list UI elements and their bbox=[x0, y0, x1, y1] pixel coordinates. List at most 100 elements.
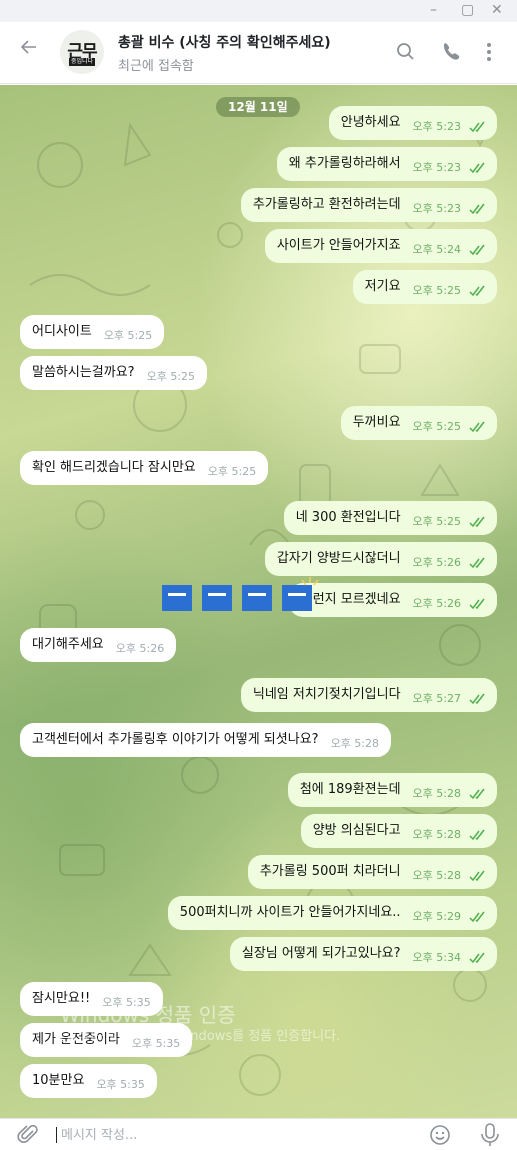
outgoing-message[interactable]: 추가롤링 500퍼 치라더니 오후 5:28 bbox=[247, 855, 497, 889]
message-text: 확인 해드리겠습니다 잠시만요 bbox=[32, 460, 196, 475]
message-time: 오후 5:29 bbox=[412, 910, 461, 923]
message-time: 오후 5:26 bbox=[115, 642, 165, 655]
incoming-message[interactable]: 말씀하시는걸까요? 오후 5:25 bbox=[20, 356, 208, 390]
read-check-icon bbox=[469, 870, 485, 882]
read-check-icon bbox=[469, 557, 485, 569]
message-text: 추가롤링 500퍼 치라더니 bbox=[259, 864, 401, 879]
read-check-icon bbox=[469, 121, 485, 133]
chat-title[interactable]: 총괄 비수 (사칭 주의 확인해주세요) bbox=[118, 32, 331, 52]
read-check-icon bbox=[469, 516, 485, 528]
message-text: 고객센터에서 추가롤링후 이야기가 어떻게 되셧나요? bbox=[32, 732, 319, 747]
windows-activation-notice: Windows 정품 인증 [설정]으로 이동하여 Windows를 정품 인증… bbox=[60, 1003, 340, 1045]
message-text: 두꺼비요 bbox=[352, 415, 401, 430]
close-button[interactable]: ✕ bbox=[491, 1, 503, 19]
message-time: 오후 5:25 bbox=[412, 420, 461, 433]
incoming-message[interactable]: 대기해주세요 오후 5:26 bbox=[20, 628, 177, 662]
message-time: 오후 5:28 bbox=[412, 869, 461, 882]
arrow-left-icon[interactable] bbox=[20, 38, 38, 62]
phone-icon[interactable] bbox=[436, 38, 464, 66]
message-text: 500퍼치니까 사이트가 안들어가지네요.. bbox=[179, 905, 401, 920]
search-icon[interactable] bbox=[392, 38, 420, 66]
message-text: 갑자기 양방드시잖더니 bbox=[276, 551, 401, 566]
message-time: 오후 5:26 bbox=[412, 556, 461, 569]
message-time: 오후 5:25 bbox=[412, 284, 461, 297]
message-time: 오후 5:28 bbox=[330, 737, 380, 750]
outgoing-message[interactable]: 네 300 환전입니다 오후 5:25 bbox=[283, 501, 497, 535]
message-time: 오후 5:28 bbox=[412, 828, 461, 841]
incoming-message[interactable]: 고객센터에서 추가롤링후 이야기가 어떻게 되셧나요? 오후 5:28 bbox=[20, 723, 392, 757]
read-check-icon bbox=[469, 598, 485, 610]
incoming-message[interactable]: 10분만요 오후 5:35 bbox=[20, 1064, 157, 1098]
message-text: 왜 추가롤링하라해서 bbox=[288, 156, 401, 171]
message-time: 오후 5:24 bbox=[412, 243, 461, 256]
smile-icon[interactable] bbox=[428, 1123, 452, 1147]
message-composer bbox=[0, 1118, 517, 1150]
avatar[interactable]: 근무 중입니다 bbox=[60, 30, 104, 74]
message-time: 오후 5:25 bbox=[146, 370, 196, 383]
outgoing-message[interactable]: 사이트가 안들어가지죠 오후 5:24 bbox=[264, 229, 497, 263]
message-time: 오후 5:27 bbox=[412, 692, 461, 705]
read-check-icon bbox=[469, 952, 485, 964]
watermark-logo bbox=[160, 575, 320, 619]
message-input[interactable] bbox=[56, 1127, 406, 1143]
avatar-subtext: 중입니다 bbox=[69, 58, 95, 66]
outgoing-message[interactable]: 500퍼치니까 사이트가 안들어가지네요.. 오후 5:29 bbox=[167, 896, 497, 930]
message-text: 대기해주세요 bbox=[32, 637, 104, 652]
more-vertical-icon[interactable] bbox=[475, 38, 503, 66]
message-text: 안녕하세요 bbox=[340, 115, 401, 130]
microphone-icon[interactable] bbox=[478, 1122, 502, 1148]
message-text: 네 300 환전입니다 bbox=[295, 510, 401, 525]
outgoing-message[interactable]: 실장님 어떻게 되가고있나요? 오후 5:34 bbox=[229, 937, 497, 971]
minimize-button[interactable]: – bbox=[430, 1, 437, 19]
message-time: 오후 5:23 bbox=[412, 202, 461, 215]
windows-activation-title: Windows 정품 인증 bbox=[60, 1003, 236, 1027]
read-check-icon bbox=[469, 244, 485, 256]
outgoing-message[interactable]: 갑자기 양방드시잖더니 오후 5:26 bbox=[264, 542, 497, 576]
message-text: 10분만요 bbox=[32, 1073, 85, 1088]
read-check-icon bbox=[469, 788, 485, 800]
outgoing-message[interactable]: 첨에 189환젼는데 오후 5:28 bbox=[287, 773, 497, 807]
read-check-icon bbox=[469, 203, 485, 215]
message-time: 오후 5:25 bbox=[207, 465, 257, 478]
message-text: 닉네임 저치기젖치기입니다 bbox=[252, 687, 401, 702]
window-titlebar: – ▢ ✕ bbox=[0, 0, 517, 22]
chat-history[interactable]: 12월 11일 안녕하세요 오후 5:23 왜 추가롤링하라해서 오후 5:23 추가롤… bbox=[0, 85, 517, 1118]
message-time: 오후 5:34 bbox=[412, 951, 461, 964]
outgoing-message[interactable]: 양방 의심된다고 오후 5:28 bbox=[300, 814, 497, 848]
incoming-message[interactable]: 확인 해드리겠습니다 잠시만요 오후 5:25 bbox=[20, 451, 269, 485]
outgoing-message[interactable]: 왜 추가롤링하라해서 오후 5:23 bbox=[276, 147, 497, 181]
message-text: 첨에 189환젼는데 bbox=[299, 782, 401, 797]
outgoing-message[interactable]: 닉네임 저치기젖치기입니다 오후 5:27 bbox=[240, 678, 497, 712]
outgoing-message[interactable]: 두꺼비요 오후 5:25 bbox=[340, 406, 497, 440]
message-time: 오후 5:25 bbox=[103, 329, 153, 342]
read-check-icon bbox=[469, 162, 485, 174]
message-text: 추가롤링하고 환전하려는데 bbox=[252, 197, 401, 212]
chat-status: 최근에 접속함 bbox=[118, 59, 194, 74]
message-time: 오후 5:23 bbox=[412, 161, 461, 174]
message-time: 오후 5:26 bbox=[412, 597, 461, 610]
windows-activation-text: [설정]으로 이동하여 Windows를 정품 인증합니다. bbox=[60, 1029, 341, 1044]
read-check-icon bbox=[469, 421, 485, 433]
message-text: 저기요 bbox=[364, 279, 401, 294]
outgoing-message[interactable]: 안녕하세요 오후 5:23 bbox=[328, 106, 497, 140]
outgoing-message[interactable]: 추가롤링하고 환전하려는데 오후 5:23 bbox=[240, 188, 497, 222]
read-check-icon bbox=[469, 911, 485, 923]
message-time: 오후 5:35 bbox=[96, 1078, 145, 1091]
date-separator: 12월 11일 bbox=[216, 97, 300, 117]
message-text: 말씀하시는걸까요? bbox=[32, 365, 135, 380]
message-text: 사이트가 안들어가지죠 bbox=[276, 238, 401, 253]
maximize-button[interactable]: ▢ bbox=[461, 1, 474, 19]
message-text: 어디사이트 bbox=[32, 324, 92, 339]
read-check-icon bbox=[469, 693, 485, 705]
message-text: 실장님 어떻게 되가고있나요? bbox=[241, 946, 401, 961]
incoming-message[interactable]: 어디사이트 오후 5:25 bbox=[20, 315, 165, 349]
chat-header: 근무 중입니다 총괄 비수 (사칭 주의 확인해주세요) 최근에 접속함 bbox=[0, 22, 517, 84]
read-check-icon bbox=[469, 829, 485, 841]
message-time: 오후 5:28 bbox=[412, 787, 461, 800]
message-time: 오후 5:23 bbox=[412, 120, 461, 133]
outgoing-message[interactable]: 저기요 오후 5:25 bbox=[352, 270, 497, 304]
message-time: 오후 5:25 bbox=[412, 515, 461, 528]
read-check-icon bbox=[469, 285, 485, 297]
message-text: 양방 의심된다고 bbox=[312, 823, 401, 838]
paperclip-icon[interactable] bbox=[16, 1123, 40, 1147]
